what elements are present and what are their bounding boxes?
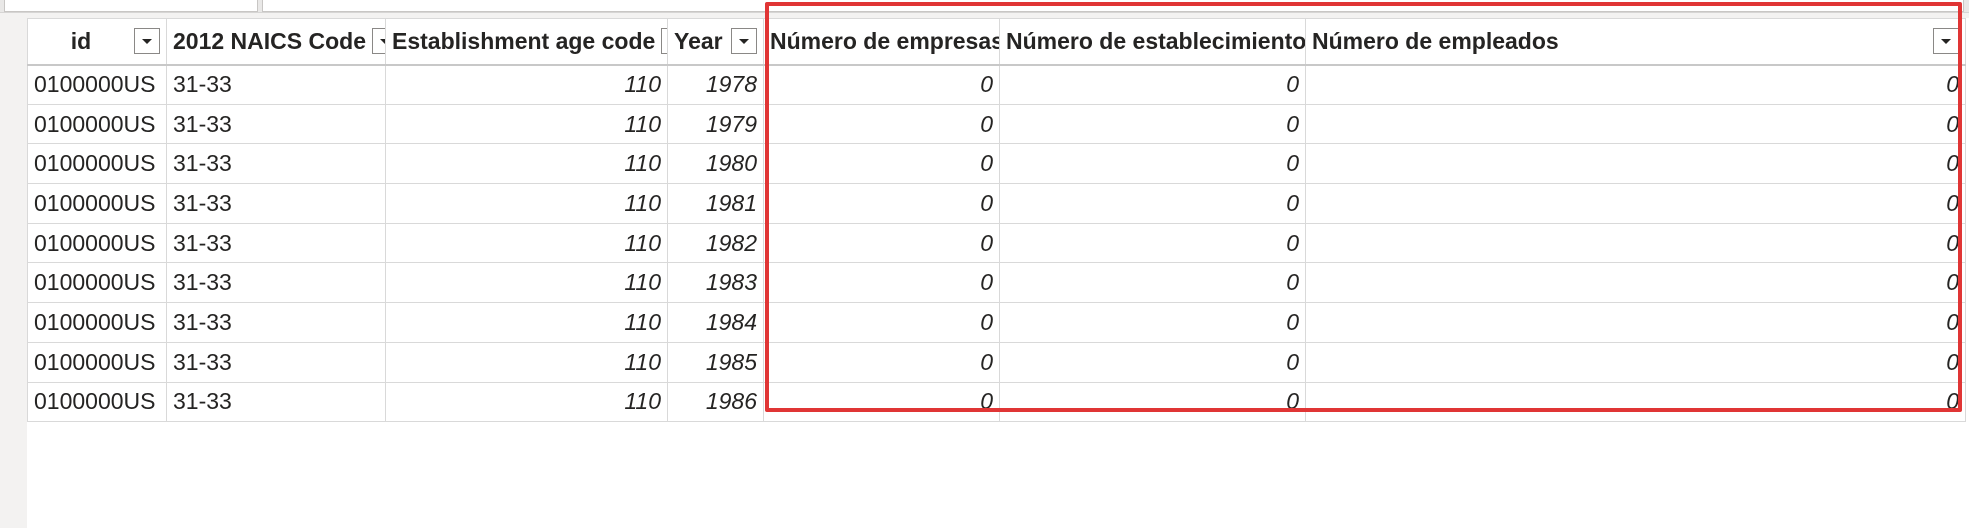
column-header-label: Establishment age code [392, 27, 656, 54]
column-header-label: id [70, 27, 92, 54]
chevron-down-icon[interactable] [134, 28, 160, 55]
table-cell-id[interactable]: 0100000US [27, 302, 167, 343]
table-cell-numero-de-empresas[interactable]: 0 [763, 222, 1000, 264]
table-cell-numero-de-empleados[interactable]: 0 [1305, 381, 1966, 423]
table-cell-numero-de-empresas[interactable]: 0 [763, 64, 1000, 105]
table-cell-year[interactable]: 1979 [667, 103, 764, 145]
table-cell-numero-de-establecimientos[interactable]: 0 [999, 143, 1306, 185]
column-header-numero-de-empresas[interactable]: Número de empresas [763, 18, 1000, 66]
table-row[interactable]: 0100000US 31-33 110 1980 0 0 0 [27, 143, 1966, 185]
column-header-establishment-age-code[interactable]: Establishment age code [385, 18, 668, 66]
table-cell-numero-de-empleados[interactable]: 0 [1305, 103, 1966, 145]
table-cell-naics-code[interactable]: 31-33 [166, 381, 386, 423]
table-cell-year[interactable]: 1982 [667, 222, 764, 264]
table-cell-year[interactable]: 1980 [667, 143, 764, 185]
table-row[interactable]: 0100000US 31-33 110 1981 0 0 0 [27, 183, 1966, 224]
table-cell-naics-code[interactable]: 31-33 [166, 183, 386, 224]
column-header-naics-code[interactable]: 2012 NAICS Code [166, 18, 386, 66]
table-cell-year[interactable]: 1978 [667, 64, 764, 105]
column-header-id[interactable]: id [27, 18, 167, 66]
table-cell-numero-de-empresas[interactable]: 0 [763, 262, 1000, 304]
table-cell-year[interactable]: 1986 [667, 381, 764, 423]
table-cell-numero-de-establecimientos[interactable]: 0 [999, 302, 1306, 343]
table-cell-year[interactable]: 1984 [667, 302, 764, 343]
table-cell-numero-de-empleados[interactable]: 0 [1305, 64, 1966, 105]
table-cell-numero-de-empresas[interactable]: 0 [763, 302, 1000, 343]
table-cell-id[interactable]: 0100000US [27, 103, 167, 145]
table-cell-establishment-age-code[interactable]: 110 [385, 262, 668, 304]
top-toolbar-strip [0, 0, 1969, 13]
header-row: id 2012 NAICS Code Establishment age code Y… [27, 18, 1966, 66]
table-cell-numero-de-empleados[interactable]: 0 [1305, 341, 1966, 383]
table-cell-establishment-age-code[interactable]: 110 [385, 64, 668, 105]
table-cell-id[interactable]: 0100000US [27, 262, 167, 304]
table-cell-id[interactable]: 0100000US [27, 183, 167, 224]
table-cell-establishment-age-code[interactable]: 110 [385, 302, 668, 343]
table-body: 0100000US 31-33 110 1978 0 0 0 0100000US 31-33 11… [27, 64, 1966, 423]
table-cell-id[interactable]: 0100000US [27, 341, 167, 383]
table-cell-numero-de-establecimientos[interactable]: 0 [999, 183, 1306, 224]
column-header-year[interactable]: Year [667, 18, 764, 66]
table-row[interactable]: 0100000US 31-33 110 1982 0 0 0 [27, 222, 1966, 264]
table-cell-numero-de-empresas[interactable]: 0 [763, 103, 1000, 145]
table-cell-numero-de-empleados[interactable]: 0 [1305, 143, 1966, 185]
table-row[interactable]: 0100000US 31-33 110 1984 0 0 0 [27, 302, 1966, 343]
chevron-down-icon[interactable] [661, 28, 667, 55]
table-cell-naics-code[interactable]: 31-33 [166, 64, 386, 105]
table-cell-numero-de-empleados[interactable]: 0 [1305, 183, 1966, 224]
table-cell-numero-de-establecimientos[interactable]: 0 [999, 341, 1306, 383]
table-cell-id[interactable]: 0100000US [27, 143, 167, 185]
table-cell-establishment-age-code[interactable]: 110 [385, 381, 668, 423]
table-cell-naics-code[interactable]: 31-33 [166, 103, 386, 145]
table-cell-establishment-age-code[interactable]: 110 [385, 143, 668, 185]
table-row[interactable]: 0100000US 31-33 110 1979 0 0 0 [27, 103, 1966, 145]
table-cell-numero-de-empleados[interactable]: 0 [1305, 262, 1966, 304]
table-cell-establishment-age-code[interactable]: 110 [385, 183, 668, 224]
table-cell-numero-de-empleados[interactable]: 0 [1305, 222, 1966, 264]
table-cell-numero-de-empresas[interactable]: 0 [763, 143, 1000, 185]
table-cell-numero-de-empresas[interactable]: 0 [763, 381, 1000, 423]
data-table: id 2012 NAICS Code Establishment age code Y… [27, 18, 1966, 423]
data-grid: id 2012 NAICS Code Establishment age code Y… [27, 18, 1969, 528]
chevron-down-icon[interactable] [1933, 28, 1959, 55]
table-cell-numero-de-establecimientos[interactable]: 0 [999, 103, 1306, 145]
table-cell-numero-de-establecimientos[interactable]: 0 [999, 262, 1306, 304]
column-header-label: 2012 NAICS Code [173, 27, 367, 54]
column-header-numero-de-establecimientos[interactable]: Número de establecimientos [999, 18, 1306, 66]
formula-name-box[interactable] [4, 0, 258, 12]
table-row[interactable]: 0100000US 31-33 110 1985 0 0 0 [27, 341, 1966, 383]
formula-bar[interactable] [262, 0, 1964, 12]
column-header-label: Year [674, 27, 723, 54]
table-cell-establishment-age-code[interactable]: 110 [385, 222, 668, 264]
table-cell-year[interactable]: 1981 [667, 183, 764, 224]
table-cell-numero-de-establecimientos[interactable]: 0 [999, 381, 1306, 423]
chevron-down-icon[interactable] [372, 28, 385, 55]
column-header-label: Número de empresas [770, 27, 1000, 54]
table-row[interactable]: 0100000US 31-33 110 1986 0 0 0 [27, 381, 1966, 423]
table-cell-numero-de-empleados[interactable]: 0 [1305, 302, 1966, 343]
table-cell-id[interactable]: 0100000US [27, 64, 167, 105]
table-cell-numero-de-empresas[interactable]: 0 [763, 341, 1000, 383]
table-cell-id[interactable]: 0100000US [27, 222, 167, 264]
column-header-numero-de-empleados[interactable]: Número de empleados [1305, 18, 1966, 66]
chevron-down-icon[interactable] [731, 28, 757, 55]
column-header-label: Número de empleados [1312, 27, 1559, 54]
table-row[interactable]: 0100000US 31-33 110 1983 0 0 0 [27, 262, 1966, 304]
column-header-label: Número de establecimientos [1006, 27, 1306, 54]
table-cell-numero-de-empresas[interactable]: 0 [763, 183, 1000, 224]
table-cell-naics-code[interactable]: 31-33 [166, 341, 386, 383]
table-cell-naics-code[interactable]: 31-33 [166, 143, 386, 185]
table-cell-numero-de-establecimientos[interactable]: 0 [999, 222, 1306, 264]
table-cell-establishment-age-code[interactable]: 110 [385, 103, 668, 145]
table-cell-naics-code[interactable]: 31-33 [166, 262, 386, 304]
table-cell-numero-de-establecimientos[interactable]: 0 [999, 64, 1306, 105]
table-row[interactable]: 0100000US 31-33 110 1978 0 0 0 [27, 64, 1966, 105]
table-cell-year[interactable]: 1985 [667, 341, 764, 383]
table-cell-establishment-age-code[interactable]: 110 [385, 341, 668, 383]
table-cell-naics-code[interactable]: 31-33 [166, 222, 386, 264]
table-cell-naics-code[interactable]: 31-33 [166, 302, 386, 343]
table-cell-year[interactable]: 1983 [667, 262, 764, 304]
table-cell-id[interactable]: 0100000US [27, 381, 167, 423]
